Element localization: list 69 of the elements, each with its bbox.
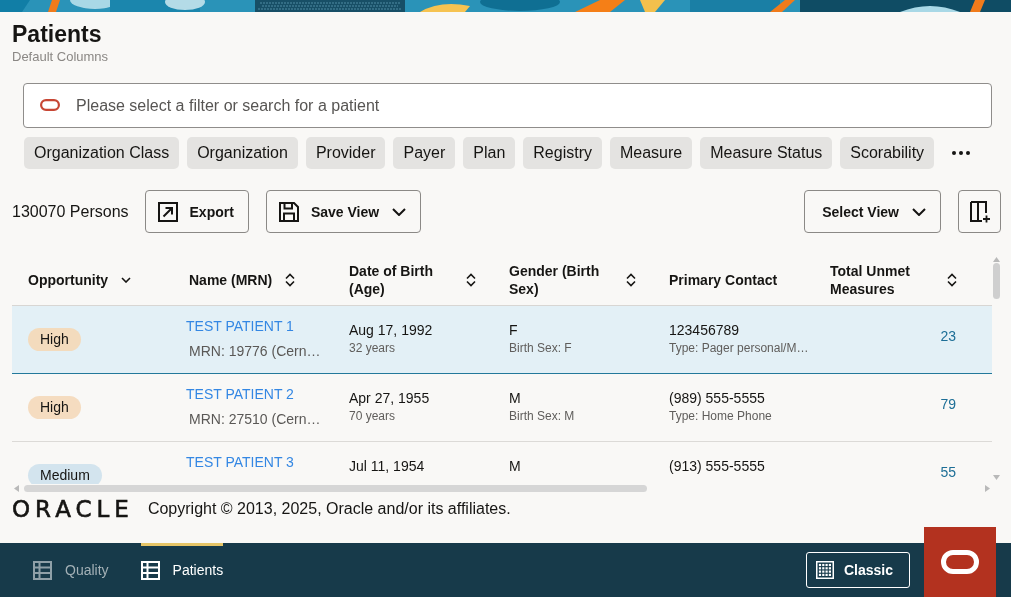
- filter-chip[interactable]: Plan: [463, 137, 516, 169]
- contact-type: Type: Pager personal/M…: [669, 340, 809, 356]
- save-icon: [278, 201, 299, 222]
- column-header[interactable]: Date of Birth (Age): [349, 262, 453, 298]
- sort-icon[interactable]: [466, 273, 476, 287]
- unmet-count-link[interactable]: 55: [940, 462, 956, 482]
- nav-tab[interactable]: Quality: [33, 543, 109, 597]
- filter-chip[interactable]: Measure: [610, 137, 693, 169]
- gender-text: F: [509, 321, 518, 340]
- column-header[interactable]: Gender (Birth Sex): [509, 262, 613, 298]
- table-icon: [33, 560, 52, 580]
- age-text: 70 years: [349, 408, 396, 424]
- unmet-count-link[interactable]: 23: [940, 326, 956, 346]
- birth-sex-text: Birth Sex: M: [509, 408, 575, 424]
- birth-sex-text: Birth Sex: F: [509, 340, 572, 356]
- select-view-button[interactable]: Select View: [804, 190, 941, 233]
- column-header[interactable]: Name (MRN): [189, 271, 273, 289]
- add-column-button[interactable]: [958, 190, 1001, 233]
- filter-chip[interactable]: Provider: [305, 137, 386, 169]
- horizontal-scrollbar-thumb[interactable]: [24, 484, 647, 492]
- opportunity-badge: High: [28, 328, 81, 351]
- contact-number: (913) 555-5555: [669, 457, 765, 476]
- table-icon: [140, 560, 160, 580]
- filter-chip[interactable]: Registry: [523, 137, 602, 169]
- column-header[interactable]: Total Unmet Measures: [830, 262, 934, 298]
- oracle-logo: ORACLE: [12, 498, 134, 520]
- age-text: 32 years: [349, 340, 396, 356]
- mrn-text: MRN: 27510 (Cern…: [188, 410, 321, 428]
- sort-icon[interactable]: [626, 273, 636, 287]
- table-row[interactable]: High TEST PATIENT 1 MRN: 19776 (Cern… Aug 17, 1992 32 years F Birth Sex: F 123456789 Type: Pager personal/M… 23: [12, 306, 992, 374]
- gender-text: M: [509, 457, 521, 476]
- filter-chip[interactable]: Payer: [393, 137, 456, 169]
- birth-date: Apr 27, 1955: [349, 389, 430, 408]
- ring-icon: [941, 550, 979, 574]
- opportunity-badge: Medium: [28, 464, 102, 484]
- sort-icon[interactable]: [947, 273, 957, 287]
- nav-tab[interactable]: Patients: [140, 543, 224, 597]
- gender-text: M: [509, 389, 521, 408]
- save-view-button[interactable]: Save View: [265, 190, 422, 233]
- classic-button[interactable]: Classic: [805, 552, 910, 588]
- persons-count: 130070 Persons: [12, 201, 129, 222]
- column-header[interactable]: Opportunity: [28, 271, 109, 289]
- page-title: Patients: [12, 22, 102, 46]
- contact-type: Type: Home Phone: [669, 408, 772, 424]
- filter-chip[interactable]: Organization: [187, 137, 298, 169]
- filter-chip[interactable]: Organization Class: [24, 137, 180, 169]
- table-row[interactable]: High TEST PATIENT 2 MRN: 27510 (Cern… Apr 27, 1955 70 years M Birth Sex: M (989) 555-5555 Type: Home Phone 79: [12, 374, 992, 442]
- grid-icon: [815, 561, 834, 579]
- birth-date: Aug 17, 1992: [349, 321, 433, 340]
- column-plus-icon: [968, 200, 991, 223]
- contact-number: (989) 555-5555: [669, 389, 765, 408]
- column-header[interactable]: Primary Contact: [669, 271, 778, 289]
- unmet-count-link[interactable]: 79: [940, 394, 956, 414]
- more-icon: [952, 151, 971, 155]
- search-field[interactable]: Please select a filter or search for a patient: [23, 83, 992, 128]
- export-button[interactable]: Export: [144, 190, 249, 233]
- filter-chip[interactable]: Measure Status: [700, 137, 833, 169]
- mrn-text: MRN: 19776 (Cern…: [188, 342, 321, 360]
- vertical-scrollbar-thumb[interactable]: [993, 263, 1000, 299]
- page-subtitle: Default Columns: [12, 49, 109, 65]
- chevron-down-icon[interactable]: [121, 277, 132, 283]
- filter-chip[interactable]: Scorability: [840, 137, 935, 169]
- opportunity-badge: High: [28, 396, 81, 419]
- ring-icon: [40, 99, 60, 111]
- sort-icon[interactable]: [285, 273, 296, 287]
- copyright-text: Copyright © 2013, 2025, Oracle and/or its affiliates.: [147, 499, 511, 519]
- birth-date: Jul 11, 1954: [349, 457, 425, 476]
- launcher-button[interactable]: [924, 527, 996, 597]
- contact-number: 123456789: [669, 321, 740, 340]
